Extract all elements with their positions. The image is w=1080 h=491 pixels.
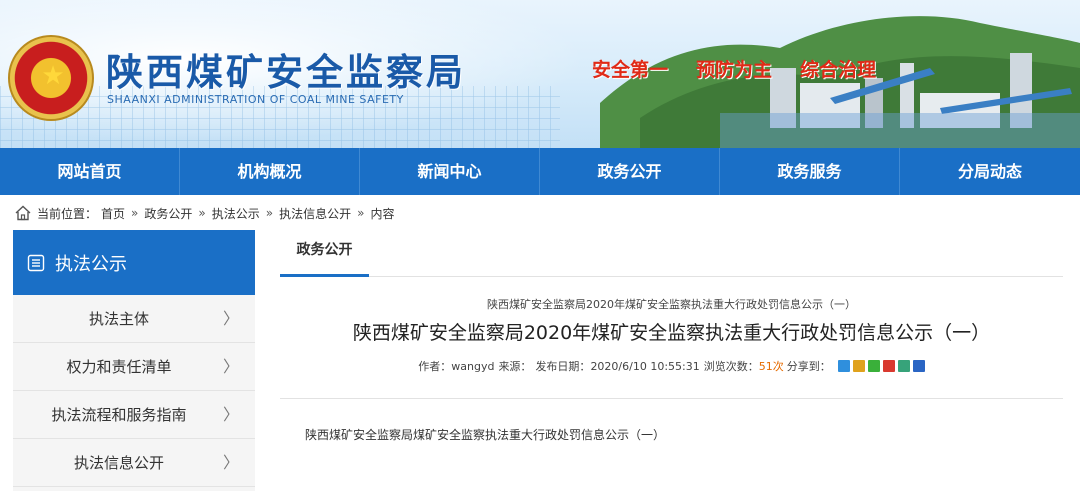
douban-icon[interactable] bbox=[897, 360, 910, 372]
tencent-weibo-icon[interactable] bbox=[882, 360, 895, 372]
page: ★ 陕西煤矿安全监察局 SHAANXI ADMINISTRATION OF CO… bbox=[0, 0, 1080, 491]
nav-item-services[interactable]: 政务服务 bbox=[720, 148, 900, 195]
sidebar-item-enforcement-subject[interactable]: 执法主体 〉 bbox=[13, 295, 255, 343]
article-meta: 作者： wangyd 来源： 发布日期： 2020/6/10 10:55:31 … bbox=[280, 358, 1063, 374]
site-title-english: SHAANXI ADMINISTRATION OF COAL MINE SAFE… bbox=[107, 93, 404, 106]
breadcrumb-home[interactable]: 首页 bbox=[101, 205, 125, 222]
views-count: 51次 bbox=[758, 360, 784, 373]
nav-item-home[interactable]: 网站首页 bbox=[0, 148, 180, 195]
breadcrumb-enforcement-info[interactable]: 执法信息公开 bbox=[279, 205, 351, 222]
share-label: 分享到： bbox=[786, 360, 831, 373]
slogan-prevention: 预防为主 bbox=[696, 59, 773, 81]
date-label: 发布日期： bbox=[535, 360, 591, 373]
sidebar: 执法公示 执法主体 〉 权力和责任清单 〉 执法流程和服务指南 〉 执法信息公开… bbox=[13, 230, 255, 491]
breadcrumb: 当前位置： 首页 » 政务公开 » 执法公示 » 执法信息公开 » 内容 bbox=[14, 201, 394, 225]
sidebar-header: 执法公示 bbox=[13, 230, 255, 295]
author-label: 作者： bbox=[418, 360, 452, 373]
share-icon-group bbox=[835, 360, 925, 372]
nav-item-government-affairs[interactable]: 政务公开 bbox=[540, 148, 720, 195]
nav-item-about[interactable]: 机构概况 bbox=[180, 148, 360, 195]
breadcrumb-enforcement[interactable]: 执法公示 bbox=[212, 205, 260, 222]
breadcrumb-separator: » bbox=[131, 206, 139, 220]
chevron-right-icon: 〉 bbox=[222, 405, 239, 424]
slogan-comprehensive: 综合治理 bbox=[800, 59, 877, 81]
star-icon: ★ bbox=[41, 61, 65, 91]
wechat-icon[interactable] bbox=[867, 360, 880, 372]
article-title: 陕西煤矿安全监察局2020年煤矿安全监察执法重大行政处罚信息公示（一） bbox=[352, 322, 991, 344]
sidebar-item-label: 执法主体 bbox=[88, 310, 149, 328]
article-panel: 政务公开 陕西煤矿安全监察局2020年煤矿安全监察执法重大行政处罚信息公示（一）… bbox=[280, 230, 1063, 491]
chevron-right-icon: 〉 bbox=[222, 309, 239, 328]
chevron-right-icon: 〉 bbox=[222, 357, 239, 376]
sidebar-item-power-list[interactable]: 权力和责任清单 〉 bbox=[13, 343, 255, 391]
breadcrumb-separator: » bbox=[265, 206, 274, 220]
renren-icon[interactable] bbox=[912, 360, 925, 372]
date-value: 2020/6/10 10:55:31 bbox=[590, 359, 700, 373]
site-title: 陕西煤矿安全监察局 bbox=[106, 50, 466, 94]
sidebar-item-process-guide[interactable]: 执法流程和服务指南 〉 bbox=[13, 391, 255, 439]
author-value: wangyd bbox=[451, 359, 495, 373]
sidebar-item-label: 执法流程和服务指南 bbox=[51, 406, 187, 424]
national-emblem-icon: ★ bbox=[8, 35, 94, 121]
content-divider bbox=[280, 398, 1063, 399]
chevron-right-icon: 〉 bbox=[222, 453, 239, 472]
sidebar-item-label: 权力和责任清单 bbox=[66, 358, 172, 376]
site-banner: ★ 陕西煤矿安全监察局 SHAANXI ADMINISTRATION OF CO… bbox=[0, 0, 1080, 148]
qzone-icon[interactable] bbox=[837, 360, 850, 372]
sidebar-item-enforcement-info[interactable]: 执法信息公开 〉 bbox=[13, 439, 255, 487]
breadcrumb-prefix: 当前位置： bbox=[37, 206, 98, 221]
home-icon bbox=[15, 205, 31, 221]
sidebar-item-label: 执法信息公开 bbox=[73, 454, 164, 472]
source-label: 来源： bbox=[498, 360, 532, 373]
main-nav: 网站首页 机构概况 新闻中心 政务公开 政务服务 分局动态 bbox=[0, 148, 1080, 195]
nav-item-branch-news[interactable]: 分局动态 bbox=[900, 148, 1080, 195]
breadcrumb-government-affairs[interactable]: 政务公开 bbox=[144, 205, 192, 222]
list-icon bbox=[27, 254, 45, 271]
slogan-safety-first: 安全第一 bbox=[592, 59, 669, 81]
nav-item-news[interactable]: 新闻中心 bbox=[360, 148, 540, 195]
breadcrumb-separator: » bbox=[357, 206, 365, 220]
article-subtitle: 陕西煤矿安全监察局2020年煤矿安全监察执法重大行政处罚信息公示（一） bbox=[487, 298, 856, 311]
article-body: 陕西煤矿安全监察局煤矿安全监察执法重大行政处罚信息公示（一） bbox=[305, 428, 666, 442]
views-label: 浏览次数： bbox=[703, 360, 759, 373]
weibo-icon[interactable] bbox=[852, 360, 865, 372]
sidebar-title: 执法公示 bbox=[55, 253, 127, 275]
breadcrumb-separator: » bbox=[198, 206, 206, 220]
tab-government-affairs[interactable]: 政务公开 bbox=[280, 230, 369, 277]
breadcrumb-current: 内容 bbox=[370, 206, 395, 221]
tab-bar: 政务公开 bbox=[280, 230, 1063, 277]
